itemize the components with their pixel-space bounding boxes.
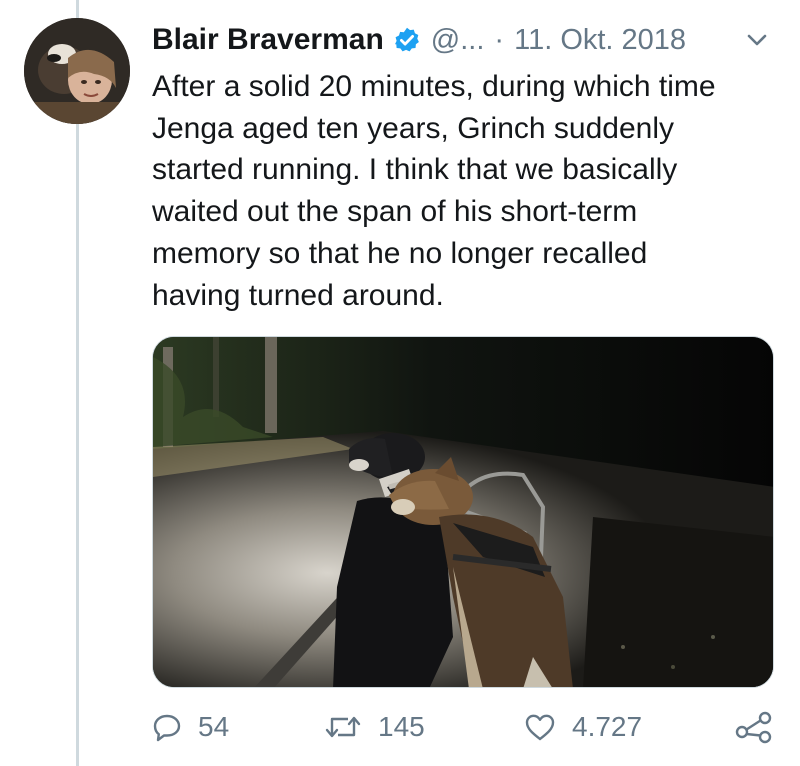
share-button[interactable] — [734, 704, 774, 750]
like-count: 4.727 — [572, 711, 643, 742]
tweet-header: Blair Braverman @... · 11. Okt. 2018 — [152, 18, 772, 62]
author-handle[interactable]: @... — [431, 24, 485, 57]
share-icon — [735, 711, 772, 744]
chevron-down-icon[interactable] — [742, 28, 772, 52]
dogs-night-trail-photo — [153, 337, 773, 687]
avatar[interactable] — [24, 18, 130, 124]
retweet-count: 145 — [378, 711, 425, 742]
author-name[interactable]: Blair Braverman — [152, 23, 384, 57]
reply-button[interactable]: 54 — [152, 704, 229, 750]
header-separator: · — [494, 23, 505, 56]
tweet-actions: 54 145 4.727 — [152, 704, 782, 750]
tweet-photo[interactable] — [152, 336, 774, 688]
retweet-icon — [325, 716, 361, 738]
tweet-text: After a solid 20 minutes, during which t… — [152, 70, 716, 312]
like-button[interactable]: 4.727 — [524, 704, 642, 750]
reply-icon — [153, 714, 181, 742]
reply-count: 54 — [198, 711, 230, 742]
like-icon — [525, 714, 555, 741]
avatar-photo — [24, 18, 130, 124]
retweet-button[interactable]: 145 — [324, 704, 425, 750]
verified-badge-icon — [394, 27, 419, 52]
tweet-date[interactable]: 11. Okt. 2018 — [514, 24, 686, 57]
